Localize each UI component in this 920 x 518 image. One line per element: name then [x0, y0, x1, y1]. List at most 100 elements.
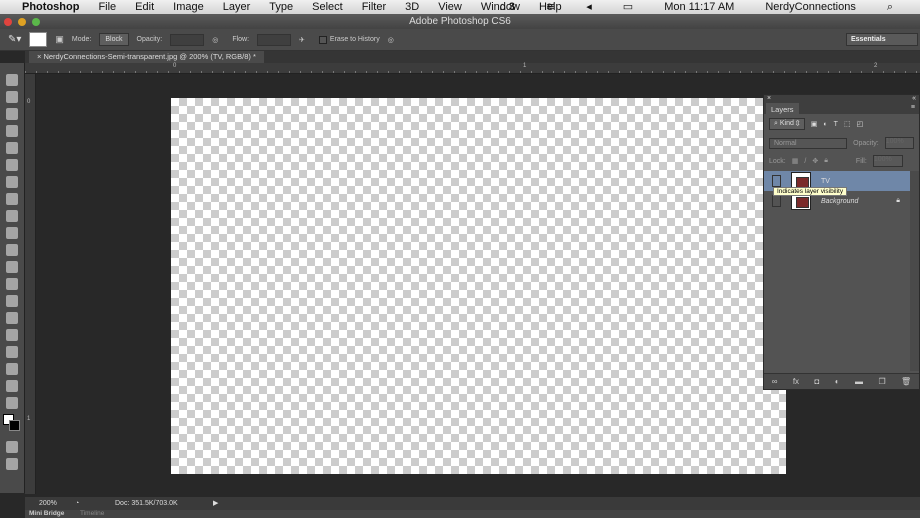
adjustment-filter-icon[interactable]: ◐: [823, 121, 827, 128]
panel-menu-icon[interactable]: ≡: [911, 104, 915, 111]
status-menu-arrow-icon[interactable]: ▶: [213, 497, 218, 510]
visibility-toggle-icon[interactable]: [772, 175, 781, 187]
layers-panel: × « Layers ≡ ⌕ Kind ⇕ ▣ ◐ T ⬚ ◰ Normal O…: [763, 94, 920, 390]
brush-tool-icon[interactable]: [6, 193, 18, 205]
lock-all-icon[interactable]: 🔒︎: [824, 157, 828, 165]
user-name[interactable]: NerdyConnections: [765, 0, 856, 14]
layer-style-icon[interactable]: fx: [793, 377, 799, 386]
marquee-tool-icon[interactable]: [6, 91, 18, 103]
filter-kind-select[interactable]: ⌕ Kind ⇕: [769, 118, 805, 130]
hand-tool-icon[interactable]: [6, 380, 18, 392]
menu-file[interactable]: File: [98, 1, 116, 13]
wifi-icon[interactable]: ≋: [546, 0, 555, 14]
shape-filter-icon[interactable]: ⬚: [844, 120, 851, 128]
eraser-icon[interactable]: ✎▾: [8, 34, 21, 45]
stamp-tool-icon[interactable]: [6, 210, 18, 222]
brush-panel-icon[interactable]: ▣: [55, 34, 64, 45]
healing-tool-icon[interactable]: [6, 176, 18, 188]
gradient-tool-icon[interactable]: [6, 261, 18, 273]
layer-lock-icon: 🔒︎: [896, 197, 900, 204]
flow-input[interactable]: [257, 33, 292, 46]
layers-tab[interactable]: Layers: [766, 103, 799, 116]
vertical-ruler[interactable]: 0 1: [25, 74, 36, 494]
mode-label: Mode:: [71, 36, 92, 43]
minimize-button[interactable]: [18, 18, 26, 26]
adobe-icon[interactable]: ⌂ 3: [499, 0, 515, 14]
new-group-icon[interactable]: ▬: [855, 377, 863, 386]
type-tool-icon[interactable]: [6, 329, 18, 341]
zoom-level[interactable]: 200%: [39, 497, 57, 510]
volume-icon[interactable]: ◂: [586, 0, 592, 14]
menu-edit[interactable]: Edit: [135, 1, 154, 13]
tab-timeline[interactable]: Timeline: [80, 510, 104, 517]
menu-type[interactable]: Type: [269, 1, 293, 13]
visibility-toggle-icon[interactable]: [772, 195, 781, 207]
menu-filter[interactable]: Filter: [362, 1, 386, 13]
path-select-tool-icon[interactable]: [6, 346, 18, 358]
horizontal-ruler[interactable]: 0 1 2: [25, 63, 920, 74]
tooltip: Indicates layer visibility: [773, 187, 848, 196]
pixel-filter-icon[interactable]: ▣: [811, 120, 818, 128]
delete-layer-icon[interactable]: 🗑︎: [901, 377, 911, 386]
layer-name[interactable]: TV: [821, 178, 830, 185]
status-bar: 200% ◔ Doc: 351.5K/703.0K ▶: [25, 497, 920, 510]
lock-transparent-icon[interactable]: ▦: [792, 157, 799, 165]
eyedropper-tool-icon[interactable]: [6, 159, 18, 171]
close-button[interactable]: [4, 18, 12, 26]
menu-layer[interactable]: Layer: [223, 1, 251, 13]
battery-icon[interactable]: ▭: [623, 0, 633, 14]
fill-field[interactable]: 100%: [872, 155, 903, 167]
smart-object-filter-icon[interactable]: ◰: [857, 120, 864, 128]
menu-app[interactable]: Photoshop: [22, 1, 79, 13]
clock[interactable]: Mon 11:17 AM: [664, 0, 734, 14]
zoom-reset-icon[interactable]: ◔: [75, 497, 79, 510]
menu-select[interactable]: Select: [312, 1, 343, 13]
blend-mode-select[interactable]: Normal: [769, 137, 848, 149]
shape-tool-icon[interactable]: [6, 363, 18, 375]
layer-name[interactable]: Background: [821, 198, 858, 205]
lock-image-icon[interactable]: /: [804, 158, 806, 165]
eraser-tool-icon[interactable]: [6, 244, 18, 256]
opacity-field[interactable]: 100%: [884, 137, 914, 149]
add-mask-icon[interactable]: ◘: [814, 377, 819, 386]
quick-select-tool-icon[interactable]: [6, 125, 18, 137]
move-tool-icon[interactable]: [6, 74, 18, 86]
pen-tool-icon[interactable]: [6, 312, 18, 324]
workspace-select[interactable]: Essentials: [846, 33, 918, 46]
dodge-tool-icon[interactable]: [6, 295, 18, 307]
history-brush-tool-icon[interactable]: [6, 227, 18, 239]
erase-history-checkbox[interactable]: [318, 35, 327, 44]
blur-tool-icon[interactable]: [6, 278, 18, 290]
screen-mode-icon[interactable]: [6, 458, 18, 470]
adjustment-layer-icon[interactable]: ◐: [835, 377, 840, 386]
bottom-panel-tabs: Mini Bridge Timeline: [25, 510, 920, 518]
pressure-size-icon[interactable]: ◎: [388, 36, 394, 44]
transparent-canvas[interactable]: [171, 98, 786, 474]
menu-view[interactable]: View: [438, 1, 462, 13]
zoom-tool-icon[interactable]: [6, 397, 18, 409]
lock-position-icon[interactable]: ✥: [812, 157, 818, 165]
collapse-panel-icon[interactable]: «: [912, 95, 916, 102]
spotlight-icon[interactable]: ⌕: [887, 0, 893, 14]
layers-scrollbar[interactable]: [910, 171, 919, 371]
document-tab[interactable]: × NerdyConnections-Semi-transparent.jpg …: [29, 51, 264, 63]
crop-tool-icon[interactable]: [6, 142, 18, 154]
close-panel-icon[interactable]: ×: [767, 95, 771, 102]
mode-select[interactable]: Block: [99, 33, 129, 46]
zoom-button[interactable]: [32, 18, 40, 26]
airbrush-icon[interactable]: ✈: [299, 36, 305, 44]
brush-preset-picker[interactable]: [29, 32, 48, 47]
opacity-input[interactable]: [170, 33, 205, 46]
quick-mask-icon[interactable]: [6, 441, 18, 453]
lasso-tool-icon[interactable]: [6, 108, 18, 120]
menu-3d[interactable]: 3D: [405, 1, 419, 13]
pressure-opacity-icon[interactable]: ◎: [212, 36, 218, 44]
tab-mini-bridge[interactable]: Mini Bridge: [29, 510, 64, 517]
window-title: Adobe Photoshop CS6: [409, 16, 511, 27]
new-layer-icon[interactable]: ❐: [878, 377, 885, 386]
menu-image[interactable]: Image: [173, 1, 204, 13]
type-filter-icon[interactable]: T: [834, 121, 838, 128]
filter-kind-label: Kind: [779, 120, 794, 127]
link-layers-icon[interactable]: ∞: [772, 377, 778, 386]
color-swatches[interactable]: [3, 414, 21, 436]
